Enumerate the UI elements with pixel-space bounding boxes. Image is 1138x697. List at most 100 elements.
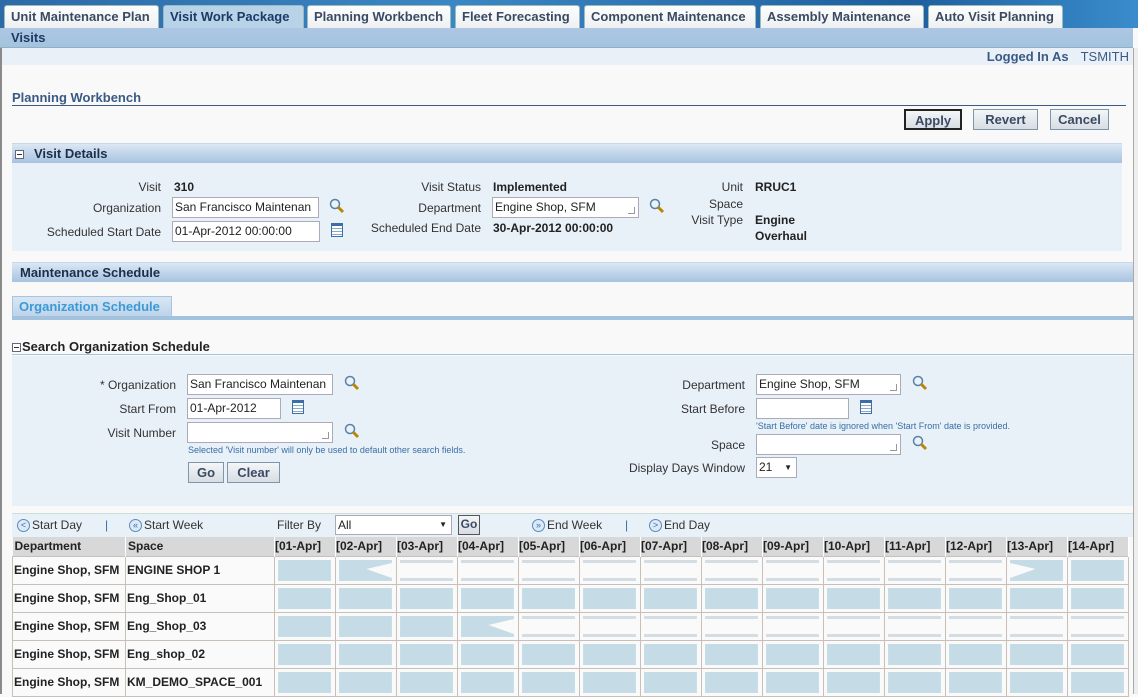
schedule-cell-busy[interactable] [945, 555, 1007, 585]
schedule-cell-free[interactable] [579, 639, 641, 669]
visit-number-field[interactable] [187, 422, 333, 443]
schedule-cell-free[interactable] [640, 639, 702, 669]
schedule-cell-busy[interactable] [1006, 611, 1068, 641]
collapse-icon[interactable] [15, 150, 24, 160]
tab-auto-visit-planning[interactable]: Auto Visit Planning [928, 5, 1063, 28]
schedule-cell-busy[interactable] [762, 555, 824, 585]
schedule-cell-free[interactable] [579, 667, 641, 697]
schedule-cell-busy[interactable] [884, 555, 946, 585]
visit-details-header[interactable]: Visit Details [12, 143, 1122, 163]
search-department-field[interactable]: Engine Shop, SFM [756, 374, 901, 395]
schedule-cell-busy[interactable] [579, 611, 641, 641]
department-field[interactable]: Engine Shop, SFM [492, 197, 639, 218]
calendar-icon[interactable] [292, 400, 304, 414]
vertical-scrollbar[interactable] [1133, 48, 1138, 694]
calendar-icon[interactable] [860, 400, 872, 414]
schedule-cell-busy[interactable] [579, 555, 641, 585]
schedule-cell-free[interactable] [640, 583, 702, 613]
tab-organization-schedule[interactable]: Organization Schedule [12, 296, 172, 317]
end-week-link[interactable]: » End Week [532, 514, 602, 537]
tab-unit-maintenance-plan[interactable]: Unit Maintenance Plan [4, 5, 159, 28]
search-go-button[interactable]: Go [188, 462, 224, 483]
schedule-cell-free[interactable] [762, 639, 824, 669]
schedule-cell-free[interactable] [762, 583, 824, 613]
display-days-select[interactable]: 21 ▼ [756, 457, 797, 478]
search-icon[interactable] [912, 375, 928, 391]
schedule-cell-free[interactable] [396, 583, 458, 613]
organization-field[interactable]: San Francisco Maintenan [172, 197, 319, 218]
schedule-cell-free[interactable] [701, 667, 763, 697]
schedule-cell-start[interactable] [457, 611, 519, 641]
schedule-cell-free[interactable] [396, 611, 458, 641]
schedule-cell-free[interactable] [335, 639, 397, 669]
schedule-cell-busy[interactable] [518, 555, 580, 585]
schedule-cell-free[interactable] [518, 667, 580, 697]
schedule-cell-free[interactable] [945, 667, 1007, 697]
start-from-field[interactable]: 01-Apr-2012 [187, 398, 281, 419]
schedule-cell-free[interactable] [335, 583, 397, 613]
schedule-cell-free[interactable] [701, 583, 763, 613]
schedule-cell-free[interactable] [457, 583, 519, 613]
schedule-cell-busy[interactable] [640, 555, 702, 585]
schedule-cell-free[interactable] [823, 639, 885, 669]
schedule-cell-busy[interactable] [701, 555, 763, 585]
schedule-cell-free[interactable] [274, 583, 336, 613]
search-clear-button[interactable]: Clear [227, 462, 280, 483]
schedule-cell-free[interactable] [762, 667, 824, 697]
tab-visit-work-package[interactable]: Visit Work Package [163, 5, 304, 28]
schedule-cell-free[interactable] [1067, 667, 1129, 697]
schedule-cell-free[interactable] [335, 611, 397, 641]
schedule-cell-free[interactable] [1067, 583, 1129, 613]
schedule-cell-free[interactable] [823, 667, 885, 697]
schedule-cell-free[interactable] [701, 639, 763, 669]
filter-go-button[interactable]: Go [458, 515, 480, 535]
schedule-cell-free[interactable] [884, 639, 946, 669]
schedule-cell-busy[interactable] [823, 555, 885, 585]
schedule-cell-free[interactable] [1006, 583, 1068, 613]
start-day-link[interactable]: < Start Day [17, 514, 82, 537]
schedule-cell-free[interactable] [640, 667, 702, 697]
search-icon[interactable] [344, 423, 360, 439]
schedule-cell-free[interactable] [457, 667, 519, 697]
search-icon[interactable] [912, 435, 928, 451]
schedule-cell-busy[interactable] [762, 611, 824, 641]
cancel-button[interactable]: Cancel [1050, 109, 1109, 130]
tab-planning-workbench[interactable]: Planning Workbench [307, 5, 451, 28]
schedule-cell-free[interactable] [884, 667, 946, 697]
end-day-link[interactable]: > End Day [649, 514, 710, 537]
start-before-field[interactable] [756, 398, 849, 419]
schedule-cell-busy[interactable] [823, 611, 885, 641]
schedule-cell-free[interactable] [823, 583, 885, 613]
schedule-cell-free[interactable] [518, 639, 580, 669]
schedule-cell-free[interactable] [884, 583, 946, 613]
schedule-cell-free[interactable] [518, 583, 580, 613]
tab-fleet-forecasting[interactable]: Fleet Forecasting [455, 5, 580, 28]
schedule-cell-free[interactable] [457, 639, 519, 669]
apply-button[interactable]: Apply [904, 109, 962, 130]
search-icon[interactable] [649, 198, 665, 214]
search-org-schedule-header[interactable]: Search Organization Schedule [12, 339, 1133, 355]
schedule-cell-free[interactable] [1067, 639, 1129, 669]
schedule-cell-busy[interactable] [1067, 611, 1129, 641]
search-space-field[interactable] [756, 434, 901, 455]
tab-component-maintenance[interactable]: Component Maintenance [584, 5, 756, 28]
schedule-cell-free[interactable] [1006, 639, 1068, 669]
calendar-icon[interactable] [331, 223, 343, 237]
schedule-cell-start[interactable] [335, 555, 397, 585]
schedule-cell-free[interactable] [945, 639, 1007, 669]
schedule-cell-free[interactable] [396, 639, 458, 669]
schedule-cell-busy[interactable] [518, 611, 580, 641]
schedule-cell-busy[interactable] [640, 611, 702, 641]
schedule-cell-busy[interactable] [457, 555, 519, 585]
schedule-cell-free[interactable] [579, 583, 641, 613]
schedule-cell-free[interactable] [335, 667, 397, 697]
schedule-cell-free[interactable] [274, 611, 336, 641]
scheduled-start-field[interactable]: 01-Apr-2012 00:00:00 [172, 221, 320, 242]
search-icon[interactable] [329, 198, 345, 214]
schedule-cell-free[interactable] [274, 555, 336, 585]
revert-button[interactable]: Revert [973, 109, 1038, 130]
start-week-link[interactable]: «Start Week [129, 514, 203, 537]
schedule-cell-busy[interactable] [884, 611, 946, 641]
schedule-cell-free[interactable] [1067, 555, 1129, 585]
search-organization-field[interactable]: San Francisco Maintenan [187, 374, 333, 395]
